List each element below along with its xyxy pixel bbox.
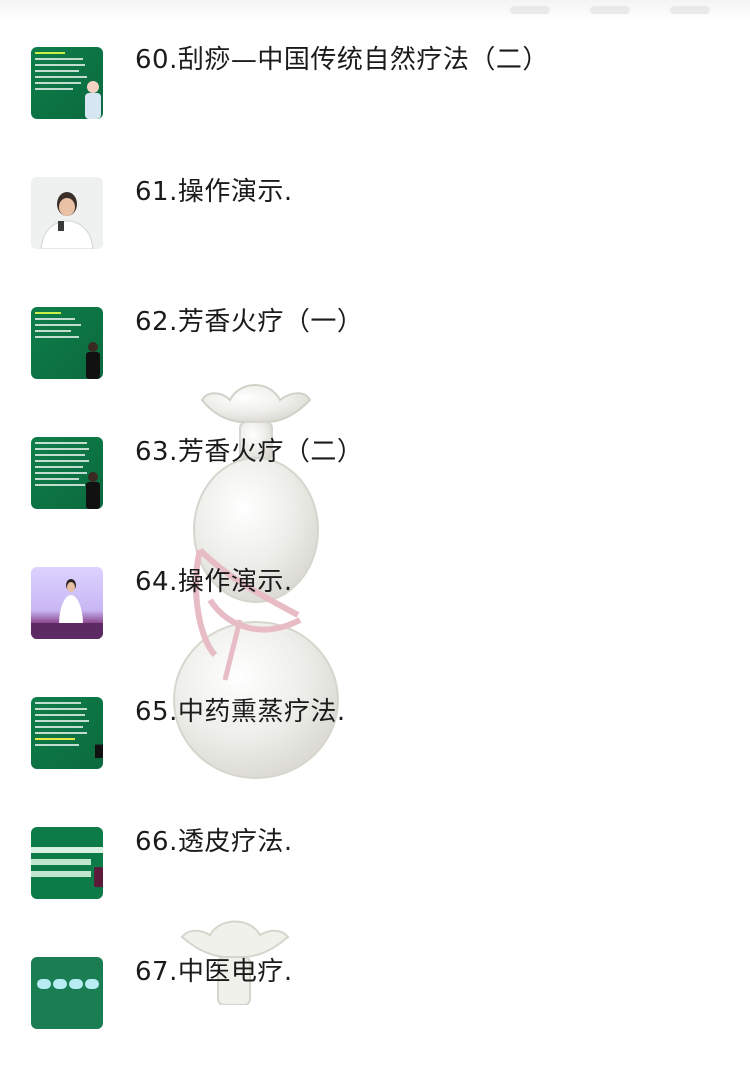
status-bar [0, 0, 750, 22]
lesson-title[interactable]: 67.中医电疗. [135, 957, 293, 987]
lesson-title[interactable]: 62.芳香火疗（一） [135, 307, 363, 337]
lesson-thumbnail[interactable] [31, 177, 103, 249]
presenter-icon [85, 81, 101, 119]
list-item[interactable]: 64.操作演示. [0, 567, 750, 677]
presenter-icon [86, 472, 100, 509]
status-dot [670, 6, 710, 14]
lesson-thumbnail[interactable] [31, 957, 103, 1029]
list-item[interactable]: 60.刮痧—中国传统自然疗法（二） [0, 45, 750, 157]
status-dot [510, 6, 550, 14]
lesson-title[interactable]: 61.操作演示. [135, 177, 293, 207]
instructor-photo-icon [31, 177, 103, 249]
lesson-thumbnail[interactable] [31, 567, 103, 639]
lesson-title[interactable]: 65.中药熏蒸疗法. [135, 697, 346, 727]
list-item[interactable]: 61.操作演示. [0, 177, 750, 287]
lesson-thumbnail[interactable] [31, 697, 103, 769]
lesson-title[interactable]: 66.透皮疗法. [135, 827, 293, 857]
list-item[interactable]: 63.芳香火疗（二） [0, 437, 750, 547]
demo-photo-icon [31, 579, 103, 639]
lesson-title[interactable]: 64.操作演示. [135, 567, 293, 597]
lesson-title[interactable]: 60.刮痧—中国传统自然疗法（二） [135, 45, 549, 75]
list-item[interactable]: 67.中医电疗. [0, 957, 750, 1067]
list-item[interactable]: 62.芳香火疗（一） [0, 307, 750, 417]
lesson-thumbnail[interactable] [31, 827, 103, 899]
slide-bubble [37, 979, 51, 989]
list-item[interactable]: 66.透皮疗法. [0, 827, 750, 937]
lesson-title[interactable]: 63.芳香火疗（二） [135, 437, 363, 467]
lesson-thumbnail[interactable] [31, 437, 103, 509]
lesson-thumbnail[interactable] [31, 47, 103, 119]
presenter-icon [95, 744, 103, 758]
slide-bubble [53, 979, 67, 989]
lesson-thumbnail[interactable] [31, 307, 103, 379]
slide-bubble [69, 979, 83, 989]
slide-bubble [85, 979, 99, 989]
status-dot [590, 6, 630, 14]
presenter-icon [86, 342, 100, 379]
list-item[interactable]: 65.中药熏蒸疗法. [0, 697, 750, 807]
presenter-icon [94, 867, 103, 888]
